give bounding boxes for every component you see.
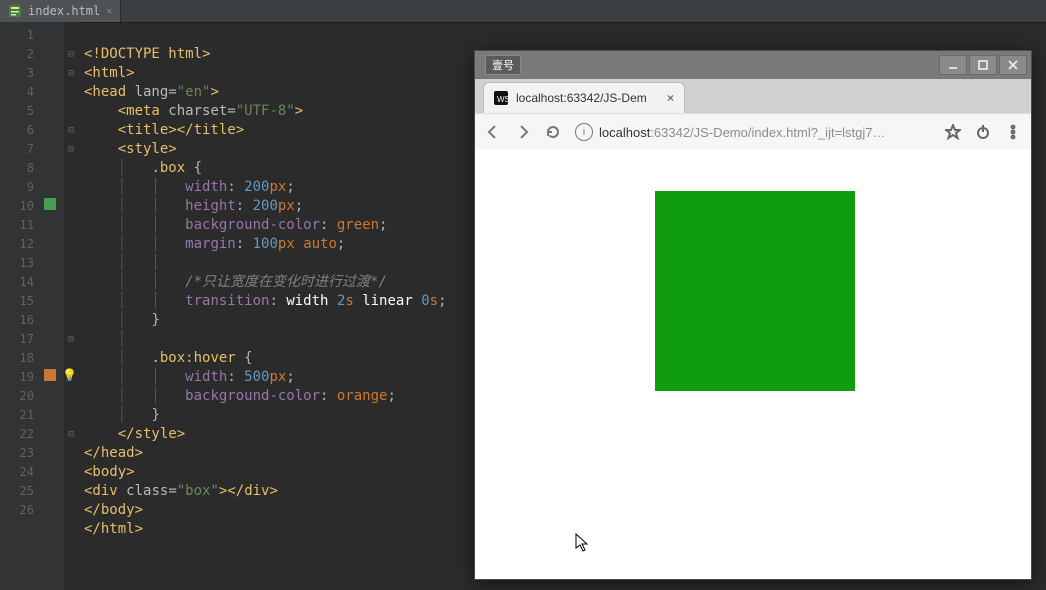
ide-tab-filename: index.html xyxy=(28,4,100,18)
html-file-icon xyxy=(8,4,22,18)
svg-text:WS: WS xyxy=(497,95,508,104)
browser-toolbar: i localhost:63342/JS-Demo/index.html?_ij… xyxy=(475,113,1031,151)
intention-bulb-icon[interactable]: 💡 xyxy=(62,366,77,385)
window-close-button[interactable] xyxy=(999,55,1027,75)
menu-dots-icon[interactable] xyxy=(1005,124,1021,140)
titlebar-badge: 壹号 xyxy=(485,55,521,75)
rendered-box xyxy=(655,191,855,391)
close-icon[interactable]: ✕ xyxy=(106,6,112,17)
close-icon[interactable]: × xyxy=(667,91,674,105)
site-info-icon[interactable]: i xyxy=(575,123,593,141)
browser-tab[interactable]: WS localhost:63342/JS-Dem × xyxy=(483,82,685,113)
color-swatch-orange-icon xyxy=(44,369,56,381)
back-icon[interactable] xyxy=(485,124,501,140)
ide-tab-indexhtml[interactable]: index.html ✕ xyxy=(0,0,121,22)
line-number-gutter: 1234567891011121314151617181920212223242… xyxy=(0,22,40,590)
mouse-cursor-icon xyxy=(575,533,589,553)
window-maximize-button[interactable] xyxy=(969,55,997,75)
url-host: localhost xyxy=(599,125,650,140)
ide-tab-strip: index.html ✕ xyxy=(0,0,1046,23)
star-icon[interactable] xyxy=(945,124,961,140)
color-swatch-green-icon xyxy=(44,198,56,210)
url-rest: :63342/JS-Demo/index.html?_ijt=lstgj7… xyxy=(650,125,885,140)
window-titlebar[interactable]: 壹号 xyxy=(475,51,1031,79)
browser-tab-title: localhost:63342/JS-Dem xyxy=(516,91,647,105)
window-minimize-button[interactable] xyxy=(939,55,967,75)
browser-window: 壹号 WS localhost:63342/JS-Dem × i localho… xyxy=(474,50,1032,580)
browser-viewport[interactable] xyxy=(475,149,1031,579)
gutter-marks xyxy=(40,22,64,590)
fold-gutter: ⊟ ⊟ ⊟ ⊟ ⊟ 💡 ⊟ xyxy=(64,22,78,590)
reload-icon[interactable] xyxy=(545,124,561,140)
browser-tab-strip: WS localhost:63342/JS-Dem × xyxy=(475,79,1031,113)
forward-icon[interactable] xyxy=(515,124,531,140)
address-bar[interactable]: i localhost:63342/JS-Demo/index.html?_ij… xyxy=(575,123,931,141)
power-icon[interactable] xyxy=(975,124,991,140)
favicon-icon: WS xyxy=(494,91,508,105)
